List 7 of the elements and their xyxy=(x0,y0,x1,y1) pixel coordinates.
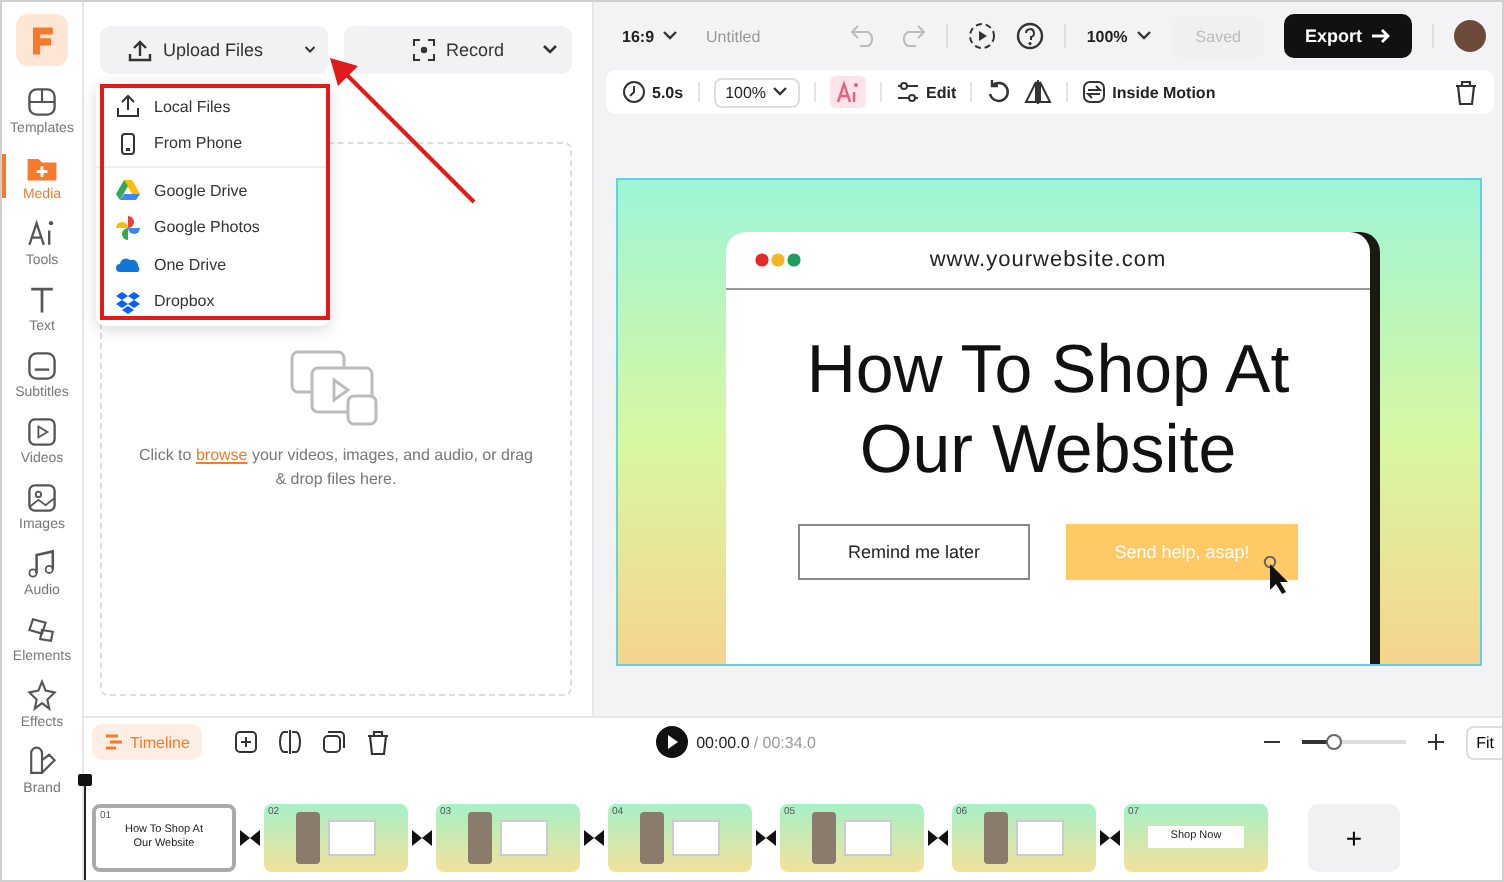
website-url: www.yourwebsite.com xyxy=(929,247,1167,271)
remind-later-button: Remind me later xyxy=(798,524,1030,581)
current-time: 00:00.0 xyxy=(696,733,750,751)
send-help-button: Send help, asap! xyxy=(1066,524,1298,581)
slide-heading: How To Shop At Our Website xyxy=(804,329,1292,493)
drop-instructions: Click to browse your videos, images, and audio, or drag & drop files here. xyxy=(137,444,535,492)
total-duration: / 00:34.0 xyxy=(753,733,816,751)
